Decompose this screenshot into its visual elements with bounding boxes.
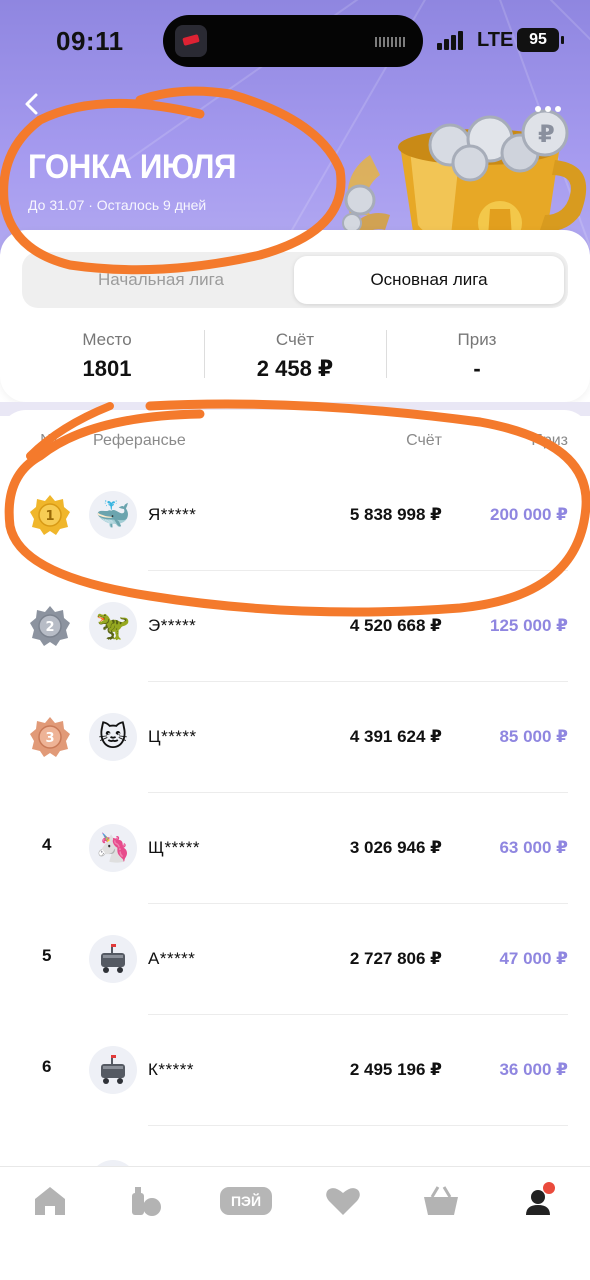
bronze-medal-icon: 3 xyxy=(30,717,70,757)
home-icon xyxy=(35,1187,65,1215)
referee-prize: 200 000 ₽ xyxy=(489,505,568,524)
back-button[interactable] xyxy=(22,92,52,122)
battery-indicator: 95 xyxy=(517,28,564,52)
col-name-header: Реферансье xyxy=(93,432,186,449)
svg-text:1: 1 xyxy=(45,509,54,524)
stat-prize-value: - xyxy=(473,356,481,381)
more-options-button[interactable] xyxy=(534,92,564,122)
rank-number: 6 xyxy=(42,1057,52,1076)
referee-prize: 36 000 ₽ xyxy=(499,1060,568,1079)
now-playing-app-icon xyxy=(175,25,207,57)
leaderboard-row[interactable]: 2 🦖 Э***** 4 520 668 ₽ 125 000 ₽ xyxy=(0,571,590,682)
heart-icon xyxy=(326,1188,360,1215)
tab-favorites[interactable] xyxy=(318,1181,368,1221)
robot-avatar-icon xyxy=(89,935,137,983)
referee-prize: 63 000 ₽ xyxy=(499,838,568,857)
tab-main-league[interactable]: Основная лига xyxy=(294,256,564,304)
referee-name: А***** xyxy=(148,949,196,968)
avatar: 🐳 xyxy=(89,491,137,539)
robot-avatar-icon xyxy=(89,1046,137,1094)
status-bar: 09:11 LTE 95 xyxy=(0,0,590,80)
col-rank-header: № xyxy=(40,432,58,449)
network-type: LTE xyxy=(477,29,514,51)
col-score-header: Счёт xyxy=(406,432,442,449)
chevron-left-icon xyxy=(25,93,38,115)
dynamic-island xyxy=(163,15,423,67)
profile-icon xyxy=(526,1182,555,1215)
stat-score: Счёт 2 458 ₽ xyxy=(204,330,386,382)
leaderboard-row[interactable]: 6 К***** 2 495 196 ₽ 36 000 ₽ xyxy=(0,1015,590,1126)
leaderboard-row[interactable]: 5 А***** 2 727 806 ₽ 47 000 ₽ xyxy=(0,904,590,1015)
stat-place-value: 1801 xyxy=(82,356,132,381)
referee-name: Я***** xyxy=(148,505,197,524)
status-time: 09:11 xyxy=(56,26,124,56)
more-dots-icon xyxy=(535,106,561,112)
basket-icon xyxy=(424,1186,458,1215)
stat-place: Место 1801 xyxy=(16,330,198,382)
referee-prize: 47 000 ₽ xyxy=(499,949,568,968)
groceries-icon xyxy=(132,1187,161,1216)
referee-name: Ц***** xyxy=(148,727,197,746)
svg-text:3: 3 xyxy=(45,731,54,746)
leaderboard-row[interactable]: 4 🦄 Щ***** 3 026 946 ₽ 63 000 ₽ xyxy=(0,793,590,904)
referee-score: 2 727 806 ₽ xyxy=(349,949,442,968)
stat-place-label: Место xyxy=(82,330,132,349)
referee-score: 4 391 624 ₽ xyxy=(349,727,442,746)
league-segmented-control: Начальная лига Основная лига xyxy=(22,252,568,308)
rank-number: 5 xyxy=(42,946,52,965)
gold-medal-icon: 1 xyxy=(30,495,70,535)
referee-prize: 125 000 ₽ xyxy=(489,616,568,635)
referee-score: 2 495 196 ₽ xyxy=(349,1060,442,1079)
tab-starter-league[interactable]: Начальная лига xyxy=(26,256,296,304)
referee-score: 3 026 946 ₽ xyxy=(349,838,442,857)
rank-number: 4 xyxy=(42,835,52,854)
leaderboard-card: № Реферансье Счёт Приз 1 🐳 Я***** 5 838 … xyxy=(0,410,590,1170)
referee-name: К***** xyxy=(148,1060,194,1079)
stat-score-value: 2 458 ₽ xyxy=(256,356,334,381)
stat-prize-label: Приз xyxy=(457,330,497,349)
col-prize-header: Приз xyxy=(531,432,568,449)
svg-text:2: 2 xyxy=(45,620,54,635)
page-subtitle: До 31.07 · Осталось 9 дней xyxy=(28,197,207,213)
tab-profile[interactable] xyxy=(516,1181,566,1221)
bottom-tab-bar: ПЭЙ xyxy=(0,1166,590,1280)
leaderboard-row[interactable]: 3 🐱 Ц***** 4 391 624 ₽ 85 000 ₽ xyxy=(0,682,590,793)
stat-prize: Приз - xyxy=(386,330,568,382)
league-summary-card: Начальная лига Основная лига Место 1801 … xyxy=(0,230,590,402)
row-divider xyxy=(148,1125,568,1126)
referee-name: Э***** xyxy=(148,616,197,635)
tab-pay[interactable]: ПЭЙ xyxy=(220,1187,272,1215)
avatar: 🐱 xyxy=(89,713,137,761)
referee-score: 4 520 668 ₽ xyxy=(349,616,442,635)
referee-score: 5 838 998 ₽ xyxy=(349,505,442,524)
stat-score-label: Счёт xyxy=(275,330,315,349)
referee-prize: 85 000 ₽ xyxy=(499,727,568,746)
svg-text:₽: ₽ xyxy=(538,120,555,148)
audio-waveform-icon xyxy=(375,37,405,47)
tab-basket[interactable] xyxy=(416,1181,466,1221)
tab-home[interactable] xyxy=(25,1181,75,1221)
tab-groceries[interactable] xyxy=(122,1181,172,1221)
page-title: ГОНКА ИЮЛЯ xyxy=(28,148,236,186)
signal-strength-icon xyxy=(437,30,467,50)
avatar: 🦖 xyxy=(89,602,137,650)
silver-medal-icon: 2 xyxy=(30,606,70,646)
leaderboard-row[interactable]: 1 🐳 Я***** 5 838 998 ₽ 200 000 ₽ xyxy=(0,460,590,571)
avatar: 🦄 xyxy=(89,824,137,872)
referee-name: Щ***** xyxy=(148,838,201,857)
